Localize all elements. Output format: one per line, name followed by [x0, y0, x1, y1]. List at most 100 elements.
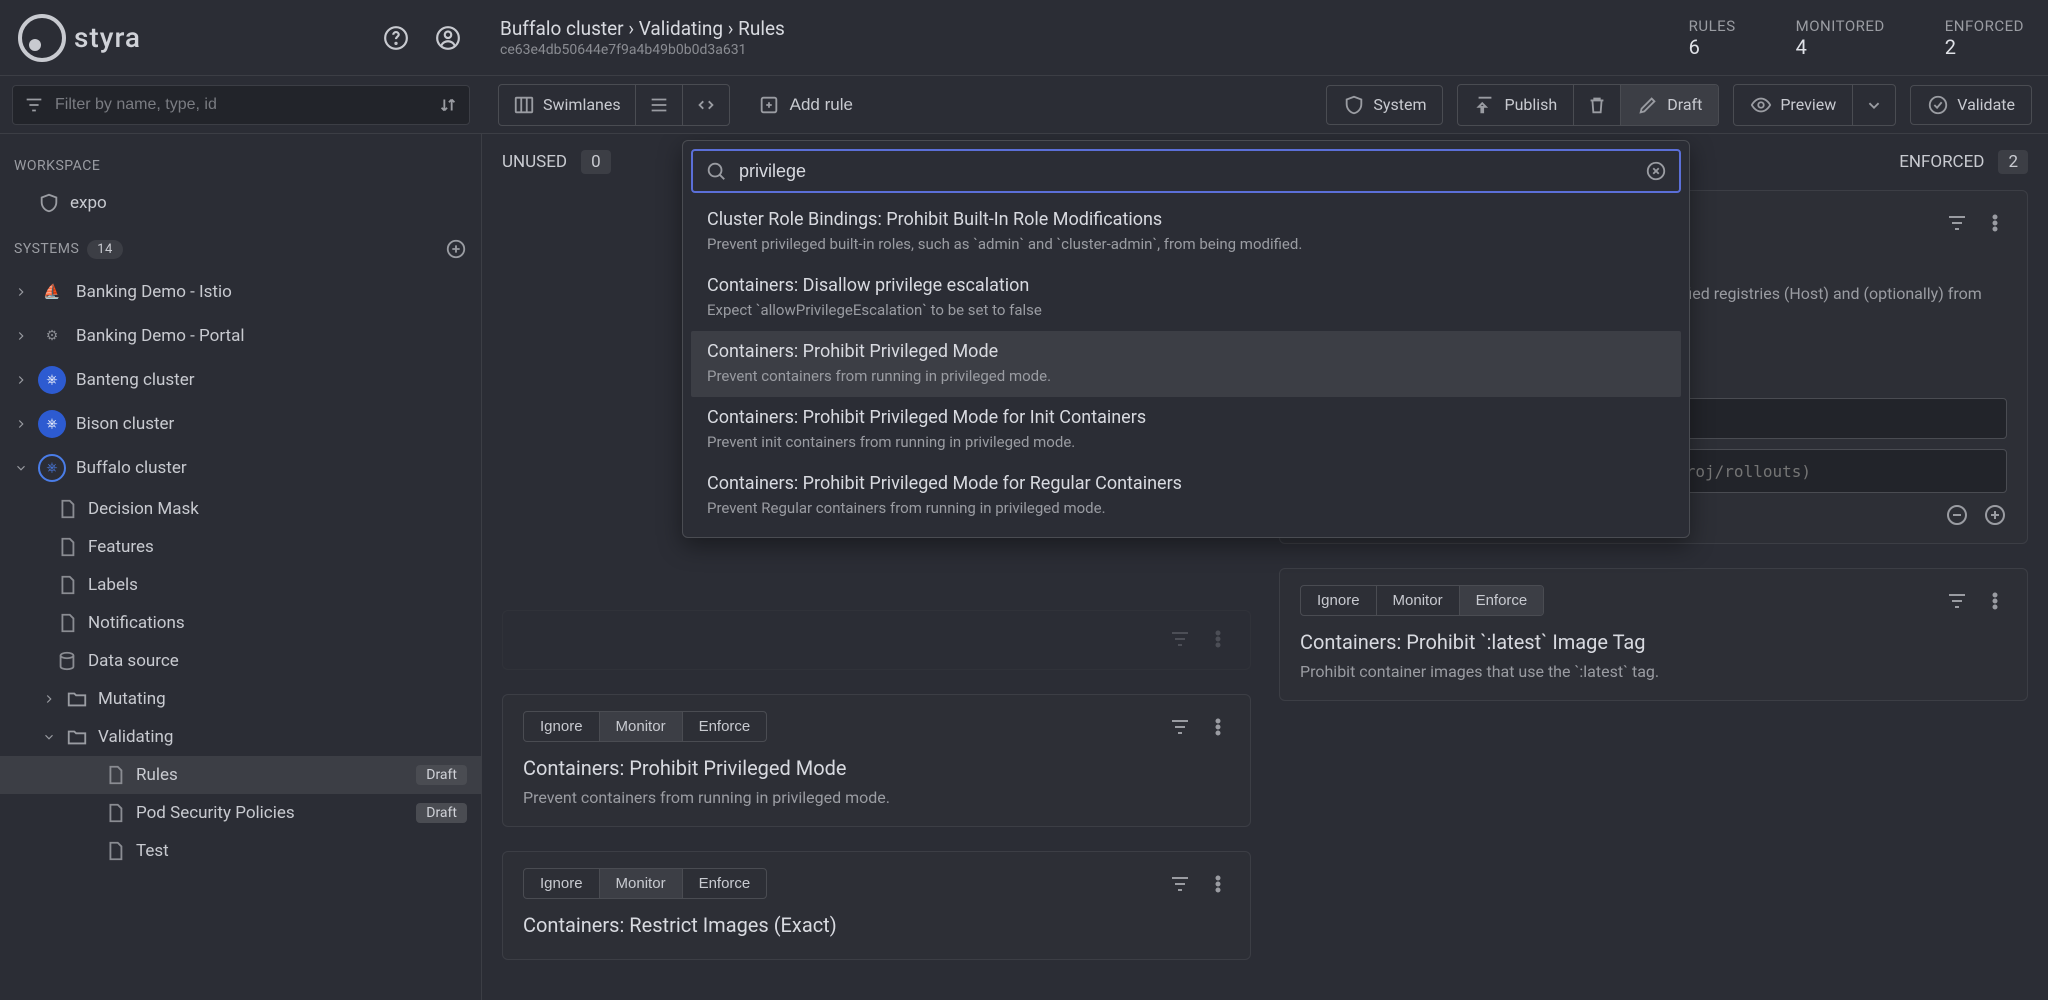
- rule-card: [502, 610, 1251, 670]
- enforce-button[interactable]: Enforce: [1459, 586, 1544, 615]
- add-icon: [758, 94, 780, 116]
- more-icon[interactable]: [1983, 589, 2007, 613]
- sort-icon[interactable]: [437, 94, 459, 116]
- sidebar-item-banteng[interactable]: ⎈ Banteng cluster: [0, 358, 481, 402]
- more-icon[interactable]: [1206, 715, 1230, 739]
- monitor-button[interactable]: Monitor: [599, 869, 682, 898]
- search-result[interactable]: Containers: Prohibit Privileged Mode Pre…: [691, 331, 1681, 397]
- filter-icon[interactable]: [1945, 589, 1969, 613]
- k8s-icon: ⎈: [38, 410, 66, 438]
- account-icon[interactable]: [432, 22, 464, 54]
- search-result[interactable]: Containers: Prohibit Privileged Mode for…: [691, 397, 1681, 463]
- sidebar-item-bison[interactable]: ⎈ Bison cluster: [0, 402, 481, 446]
- enforce-button[interactable]: Enforce: [682, 869, 767, 898]
- rule-card-privileged-mode: Ignore Monitor Enforce Containers: Prohi…: [502, 694, 1251, 827]
- rule-search[interactable]: [691, 149, 1681, 193]
- sidebar-item-data-source[interactable]: Data source: [0, 642, 481, 680]
- sidebar-item-test[interactable]: Test: [0, 832, 481, 870]
- chevron-down-icon: [1863, 94, 1885, 116]
- sidebar-filter[interactable]: [12, 85, 470, 125]
- sidebar-filter-input[interactable]: [55, 96, 427, 114]
- more-icon[interactable]: [1206, 627, 1230, 651]
- ignore-button[interactable]: Ignore: [1301, 586, 1376, 615]
- file-icon: [104, 764, 126, 786]
- folder-icon: [66, 726, 88, 748]
- sidebar: WORKSPACE expo SYSTEMS 14 ⛵ Banking Demo…: [0, 134, 482, 1000]
- sidebar-item-banking-portal[interactable]: ⚙ Banking Demo - Portal: [0, 314, 481, 358]
- add-row-icon[interactable]: [1983, 503, 2007, 527]
- sidebar-item-validating[interactable]: Validating: [0, 718, 481, 756]
- help-icon[interactable]: [380, 22, 412, 54]
- chevron-right-icon: [14, 329, 28, 343]
- shield-icon: [38, 192, 60, 214]
- enforce-button[interactable]: Enforce: [682, 712, 767, 741]
- sidebar-item-buffalo[interactable]: ⎈ Buffalo cluster: [0, 446, 481, 490]
- stat-rules: RULES 6: [1689, 17, 1736, 59]
- eye-icon: [1750, 94, 1772, 116]
- file-icon: [56, 498, 78, 520]
- preview-dropdown[interactable]: [1852, 85, 1895, 125]
- file-icon: [56, 536, 78, 558]
- publish-button[interactable]: Publish: [1458, 85, 1573, 125]
- shield-icon: [1343, 94, 1365, 116]
- sidebar-item-psp[interactable]: Pod Security Policies Draft: [0, 794, 481, 832]
- remove-row-icon[interactable]: [1945, 503, 1969, 527]
- ignore-button[interactable]: Ignore: [524, 712, 599, 741]
- rule-card-restrict-images-2: Ignore Monitor Enforce Containers: Restr…: [502, 851, 1251, 960]
- rule-card-latest-tag: Ignore Monitor Enforce Containers: Prohi…: [1279, 568, 2028, 701]
- file-icon: [104, 802, 126, 824]
- stat-enforced: ENFORCED 2: [1945, 17, 2024, 59]
- sidebar-item-labels[interactable]: Labels: [0, 566, 481, 604]
- filter-icon[interactable]: [1945, 211, 1969, 235]
- filter-icon[interactable]: [1168, 627, 1192, 651]
- ignore-button[interactable]: Ignore: [524, 869, 599, 898]
- breadcrumb-path[interactable]: Buffalo cluster › Validating › Rules: [500, 17, 785, 40]
- delete-button[interactable]: [1573, 85, 1620, 125]
- folder-icon: [66, 688, 88, 710]
- sidebar-item-rules[interactable]: Rules Draft: [0, 756, 481, 794]
- file-icon: [56, 574, 78, 596]
- sidebar-item-decision-mask[interactable]: Decision Mask: [0, 490, 481, 528]
- preview-button[interactable]: Preview: [1734, 85, 1852, 125]
- sidebar-item-notifications[interactable]: Notifications: [0, 604, 481, 642]
- rule-search-dropdown: Cluster Role Bindings: Prohibit Built-In…: [682, 140, 1690, 538]
- workspace-item[interactable]: expo: [0, 184, 481, 222]
- sidebar-item-mutating[interactable]: Mutating: [0, 680, 481, 718]
- stat-monitored: MONITORED 4: [1796, 17, 1885, 59]
- validate-button[interactable]: Validate: [1910, 85, 2032, 125]
- filter-icon[interactable]: [1168, 715, 1192, 739]
- list-view-button[interactable]: [635, 85, 682, 125]
- card-desc: Prevent containers from running in privi…: [523, 786, 1230, 810]
- card-title: Containers: Prohibit `:latest` Image Tag: [1300, 630, 2007, 654]
- monitor-button[interactable]: Monitor: [599, 712, 682, 741]
- list-icon: [648, 94, 670, 116]
- card-desc: Prohibit container images that use the `…: [1300, 660, 2007, 684]
- swimlanes-button[interactable]: Swimlanes: [499, 85, 635, 125]
- search-result[interactable]: Containers: Disallow privilege escalatio…: [691, 265, 1681, 331]
- chevron-right-icon: [14, 285, 28, 299]
- clear-icon[interactable]: [1645, 160, 1667, 182]
- publish-icon: [1474, 94, 1496, 116]
- main-content: UNUSED 0 ENFORCED 2: [482, 134, 2048, 1000]
- monitor-button[interactable]: Monitor: [1376, 586, 1459, 615]
- add-system-icon[interactable]: [445, 238, 467, 260]
- code-view-button[interactable]: [682, 85, 729, 125]
- systems-heading: SYSTEMS 14: [0, 222, 481, 270]
- draft-button[interactable]: Draft: [1620, 85, 1718, 125]
- filter-icon[interactable]: [1168, 872, 1192, 896]
- sidebar-item-banking-istio[interactable]: ⛵ Banking Demo - Istio: [0, 270, 481, 314]
- db-icon: [56, 650, 78, 672]
- search-result[interactable]: Containers: Prohibit Privileged Mode for…: [691, 463, 1681, 529]
- more-icon[interactable]: [1983, 211, 2007, 235]
- system-badge[interactable]: System: [1326, 85, 1443, 125]
- search-result[interactable]: Cluster Role Bindings: Prohibit Built-In…: [691, 199, 1681, 265]
- add-rule-button[interactable]: Add rule: [744, 85, 867, 125]
- rule-search-input[interactable]: [739, 161, 1633, 182]
- status-enforced: ENFORCED 2: [1899, 150, 2028, 174]
- status-unused: UNUSED 0: [502, 150, 611, 174]
- more-icon[interactable]: [1206, 872, 1230, 896]
- view-mode-group: Swimlanes: [498, 84, 730, 126]
- chevron-right-icon: [42, 692, 56, 706]
- sidebar-item-features[interactable]: Features: [0, 528, 481, 566]
- brand-logo[interactable]: styra: [18, 14, 141, 62]
